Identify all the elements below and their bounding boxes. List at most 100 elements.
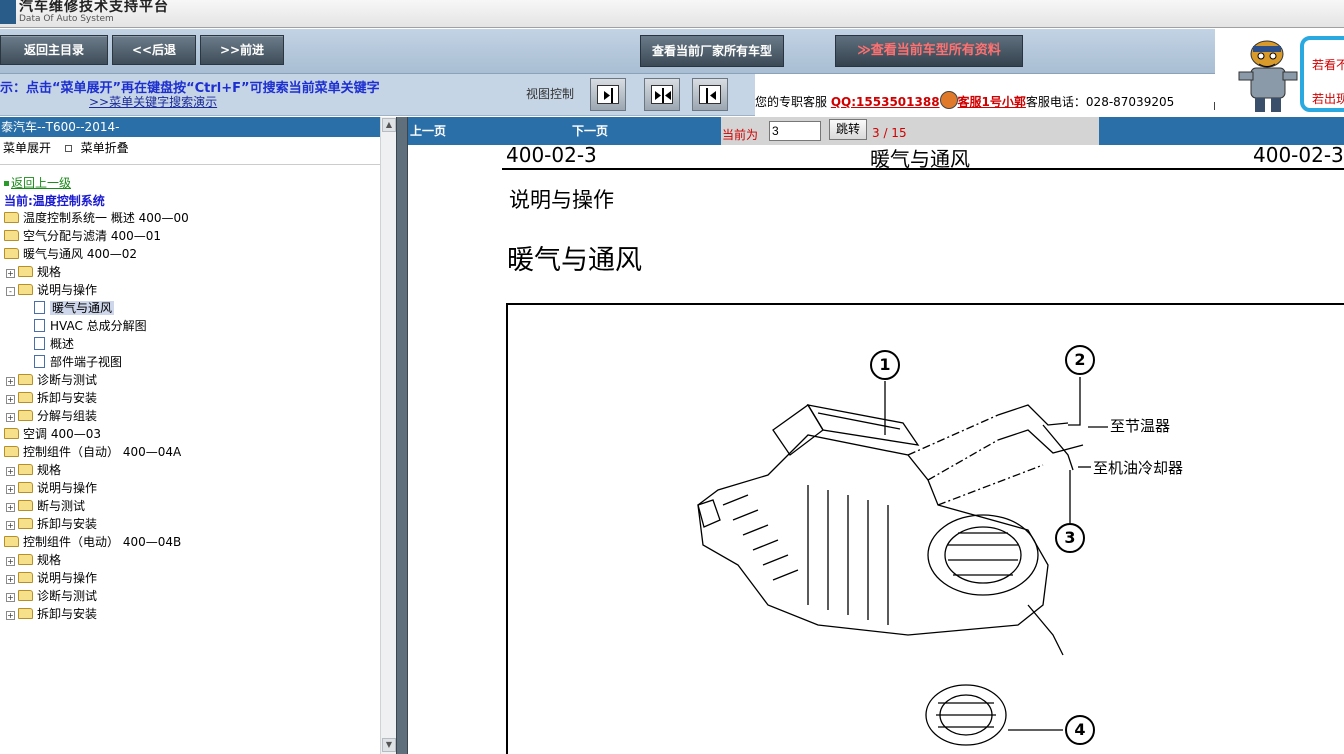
folder-icon	[18, 518, 33, 529]
tree-node-label: 说明与操作	[37, 571, 98, 585]
tree-node-label: 拆卸与安装	[37, 607, 98, 621]
callout-3: 3	[1055, 523, 1085, 553]
service-phone: 028-87039205	[1085, 95, 1175, 109]
collapse-toggle-icon[interactable]: -	[6, 287, 15, 296]
tree-node[interactable]: + 规格	[6, 263, 61, 281]
expand-toggle-icon[interactable]: +	[6, 575, 15, 584]
tree-node[interactable]: 空气分配与滤清 400—01	[4, 227, 161, 245]
up-level-icon	[4, 181, 9, 186]
expand-toggle-icon[interactable]: +	[6, 395, 15, 404]
doc-section-heading: 说明与操作	[509, 188, 614, 212]
tree-node[interactable]: + 说明与操作	[6, 569, 97, 587]
next-page-link[interactable]: 下一页	[572, 122, 608, 139]
expand-toggle-icon[interactable]: +	[6, 413, 15, 422]
tree-node-label: 说明与操作	[37, 481, 98, 495]
back-button[interactable]: <<后退	[112, 35, 196, 65]
folder-icon	[18, 554, 33, 565]
tree-node[interactable]: + 说明与操作	[6, 479, 97, 497]
forward-button[interactable]: >>前进	[200, 35, 284, 65]
folder-open-icon	[18, 284, 33, 295]
expand-toggle-icon[interactable]: +	[6, 467, 15, 476]
menu-collapse-button[interactable]: 菜单折叠	[81, 141, 129, 155]
tree-panel: 泰汽车--T600--2014- 菜单展开 菜单折叠 返回上一级 当前:温度控制…	[0, 117, 396, 754]
tree-node[interactable]: + 拆卸与安装	[6, 515, 97, 533]
folder-icon	[18, 266, 33, 277]
tree-node[interactable]: + 分解与组装	[6, 407, 97, 425]
view-control-label: 视图控制	[526, 87, 575, 101]
page-count: 3 / 15	[872, 126, 907, 140]
tree-node-label: 规格	[37, 265, 62, 279]
folder-icon	[4, 230, 19, 241]
tree-up-label: 返回上一级	[11, 176, 72, 190]
tree-node[interactable]: 概述	[24, 335, 74, 353]
tree-node[interactable]: 控制组件（自动） 400—04A	[4, 443, 181, 461]
tree-node[interactable]: 暖气与通风 400—02	[4, 245, 137, 263]
service-prefix: 您的专职客服	[755, 95, 828, 109]
current-page-label: 当前为	[722, 128, 759, 142]
expand-toggle-icon[interactable]: +	[6, 593, 15, 602]
tree-node[interactable]: + 规格	[6, 461, 61, 479]
tree-node-label: 控制组件（电动） 400—04B	[23, 535, 182, 549]
prev-page-link[interactable]: 上一页	[410, 122, 446, 139]
search-demo-link[interactable]: >>菜单关键字搜索演示	[89, 93, 217, 110]
folder-icon	[18, 374, 33, 385]
tree-node[interactable]: HVAC 总成分解图	[24, 317, 147, 335]
expand-toggle-icon[interactable]: +	[6, 521, 15, 530]
folder-open-icon	[4, 446, 19, 457]
expand-toggle-icon[interactable]: +	[6, 611, 15, 620]
folder-open-icon	[4, 248, 19, 259]
tree-node[interactable]: - 说明与操作	[6, 281, 97, 299]
app-logo	[0, 0, 16, 24]
model-all-data-button[interactable]: ≫查看当前车型所有资料	[835, 35, 1023, 67]
jump-button[interactable]: 跳转	[829, 119, 867, 140]
tree-node-label: 说明与操作	[37, 283, 98, 297]
tree-node-label: 诊断与测试	[37, 589, 98, 603]
service-phone-label: 客服电话：	[1025, 95, 1086, 109]
service-agent-link[interactable]: 客服1号小郭	[958, 95, 1026, 109]
tree-node-label: 拆卸与安装	[37, 391, 98, 405]
scroll-up-icon[interactable]: ▲	[382, 118, 396, 132]
tree-node-label: 空气分配与滤清 400—01	[23, 229, 161, 243]
service-bar: 您的专职客服 QQ:1553501388 客服1号小郭客服电话：028-87039…	[755, 74, 1215, 116]
page-control: 当前为 跳转 3 / 15	[721, 117, 1099, 145]
vendor-models-button[interactable]: 查看当前厂家所有车型	[640, 35, 784, 67]
expand-toggle-icon[interactable]: +	[6, 557, 15, 566]
folder-icon	[18, 410, 33, 421]
title-bar: 汽车维修技术支持平台 Data Of Auto System	[0, 0, 1344, 28]
tree-node[interactable]: + 拆卸与安装	[6, 389, 97, 407]
hvac-assembly-drawing	[697, 377, 1108, 746]
tree-node[interactable]: + 诊断与测试	[6, 371, 97, 389]
tree-node[interactable]: + 断与测试	[6, 497, 85, 515]
view-expand-button[interactable]	[590, 78, 626, 111]
folder-icon	[4, 212, 19, 223]
expand-toggle-icon[interactable]: +	[6, 269, 15, 278]
side-help-line-1: 若看不	[1312, 58, 1344, 72]
tree-node[interactable]: 控制组件（电动） 400—04B	[4, 533, 181, 551]
doc-code-right: 400-02-3	[1253, 143, 1344, 167]
tree-node[interactable]: 暖气与通风	[24, 299, 115, 317]
tree-node[interactable]: 部件端子视图	[24, 353, 122, 371]
tree-scrollbar[interactable]: ▲ ▼	[380, 117, 396, 754]
view-split-button[interactable]	[644, 78, 680, 111]
tree-node[interactable]: + 规格	[6, 551, 61, 569]
menu-expand-button[interactable]: 菜单展开	[3, 141, 51, 155]
scroll-down-icon[interactable]: ▼	[382, 738, 396, 752]
side-help-line-2: 若出现	[1312, 92, 1344, 106]
folder-icon	[18, 464, 33, 475]
expand-toggle-icon[interactable]: +	[6, 503, 15, 512]
expand-toggle-icon[interactable]: +	[6, 485, 15, 494]
tree-up-link[interactable]: 返回上一级	[4, 174, 71, 191]
tree-node[interactable]: 空调 400—03	[4, 425, 101, 443]
tree-node[interactable]: + 诊断与测试	[6, 587, 97, 605]
page-number-input[interactable]	[769, 121, 821, 141]
tree-node-label: 暖气与通风	[50, 301, 115, 315]
view-collapse-button[interactable]	[692, 78, 728, 111]
tree-toolbar: 菜单展开 菜单折叠	[0, 139, 380, 159]
expand-toggle-icon[interactable]: +	[6, 377, 15, 386]
home-button[interactable]: 返回主目录	[0, 35, 108, 65]
service-qq-link[interactable]: QQ:1553501388	[831, 95, 940, 109]
panel-divider[interactable]	[396, 117, 408, 754]
tree-node[interactable]: 温度控制系统一 概述 400—00	[4, 209, 189, 227]
tree-node-label: 控制组件（自动） 400—04A	[23, 445, 182, 459]
tree-node[interactable]: + 拆卸与安装	[6, 605, 97, 623]
